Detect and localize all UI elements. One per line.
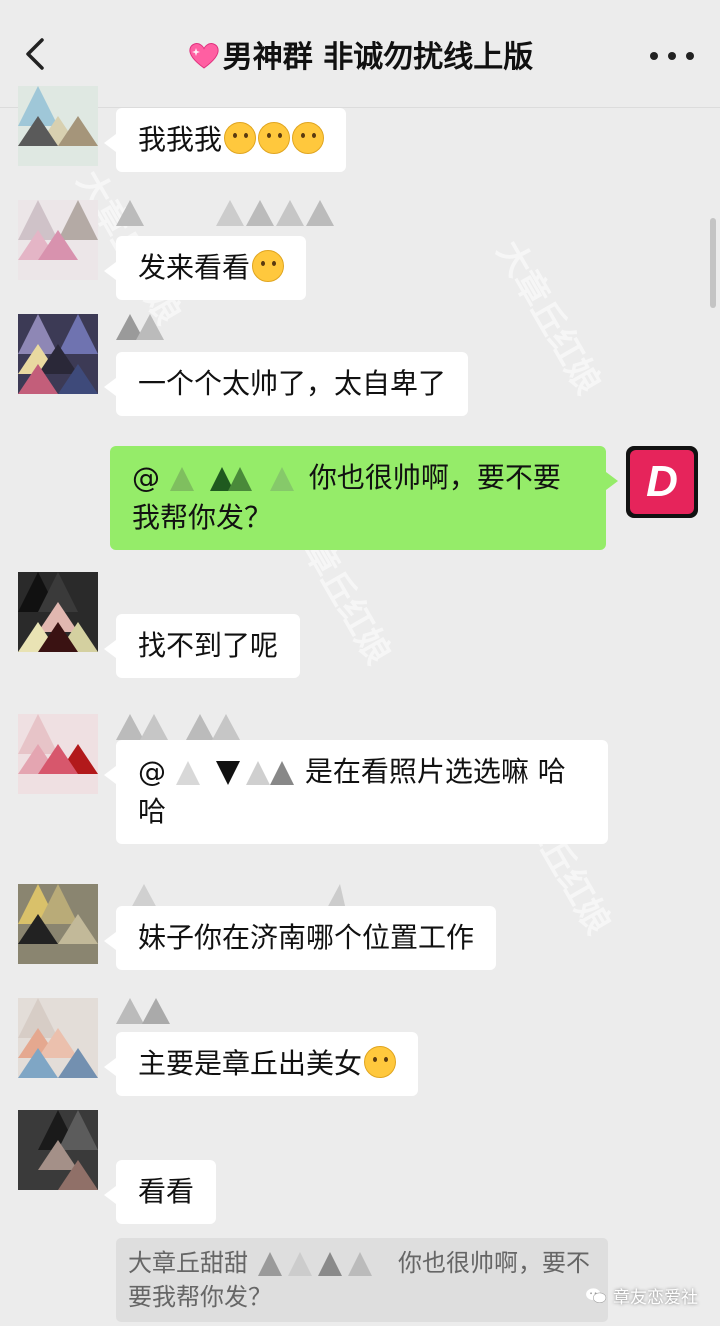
- more-button[interactable]: [650, 46, 694, 66]
- blurred-mention: [176, 761, 294, 785]
- wechat-icon: [586, 1287, 607, 1303]
- avatar[interactable]: [18, 572, 98, 652]
- face-palm-icon: [252, 250, 285, 282]
- avatar[interactable]: [18, 86, 98, 166]
- brand-name: 章友恋爱社: [613, 1288, 698, 1308]
- message-bubble[interactable]: 主要是章丘出美女: [103, 1032, 419, 1096]
- message-bubble[interactable]: @ 是在看照片选选嘛 哈哈: [104, 740, 608, 844]
- shushing-face-icon: [224, 122, 257, 154]
- chat-title-wrap: 男神群 非诚勿扰线上版: [0, 38, 720, 78]
- watermark: 大章丘红娘: [488, 234, 609, 402]
- quote-sender: 大章丘甜甜: [128, 1249, 248, 1277]
- message-bubble[interactable]: 找不到了呢: [103, 614, 301, 678]
- brand-watermark: 章友恋爱社: [585, 1283, 698, 1308]
- blurred-nickname: [116, 998, 170, 1024]
- quoted-message[interactable]: 大章丘甜甜 你也很帅啊，要不要我帮你发？: [116, 1238, 608, 1322]
- app-logo-d: D: [630, 450, 694, 514]
- message-bubble-self[interactable]: @ 你也很帅啊，要不要我帮你发？: [110, 446, 618, 550]
- blurred-nickname: [116, 200, 334, 226]
- avatar[interactable]: [18, 314, 98, 394]
- chat-title: 男神群 非诚勿扰线上版: [222, 40, 534, 75]
- message-bubble[interactable]: 看看: [103, 1160, 217, 1224]
- scrollbar[interactable]: [710, 218, 716, 308]
- self-avatar[interactable]: D: [626, 446, 698, 518]
- avatar[interactable]: [18, 1110, 98, 1190]
- shushing-face-icon: [292, 122, 325, 154]
- sparkling-heart-icon: [189, 43, 219, 69]
- chat-header: 男神群 非诚勿扰线上版: [0, 0, 720, 108]
- message-bubble[interactable]: 我我我: [103, 108, 347, 172]
- message-bubble[interactable]: 一个个太帅了，太自卑了: [103, 352, 469, 416]
- avatar[interactable]: [18, 200, 98, 280]
- avatar[interactable]: [18, 998, 98, 1078]
- more-dots-icon: [650, 52, 658, 60]
- blurred-mention: [258, 1252, 372, 1276]
- blurred-mention: [170, 467, 294, 491]
- avatar[interactable]: [18, 884, 98, 964]
- message-bubble[interactable]: 妹子你在济南哪个位置工作: [103, 906, 497, 970]
- blurred-nickname: [116, 314, 164, 340]
- face-with-tears-of-joy-icon: [364, 1046, 397, 1078]
- avatar[interactable]: [18, 714, 98, 794]
- message-bubble[interactable]: 发来看看: [103, 236, 307, 300]
- shushing-face-icon: [258, 122, 291, 154]
- blurred-nickname: [116, 714, 240, 740]
